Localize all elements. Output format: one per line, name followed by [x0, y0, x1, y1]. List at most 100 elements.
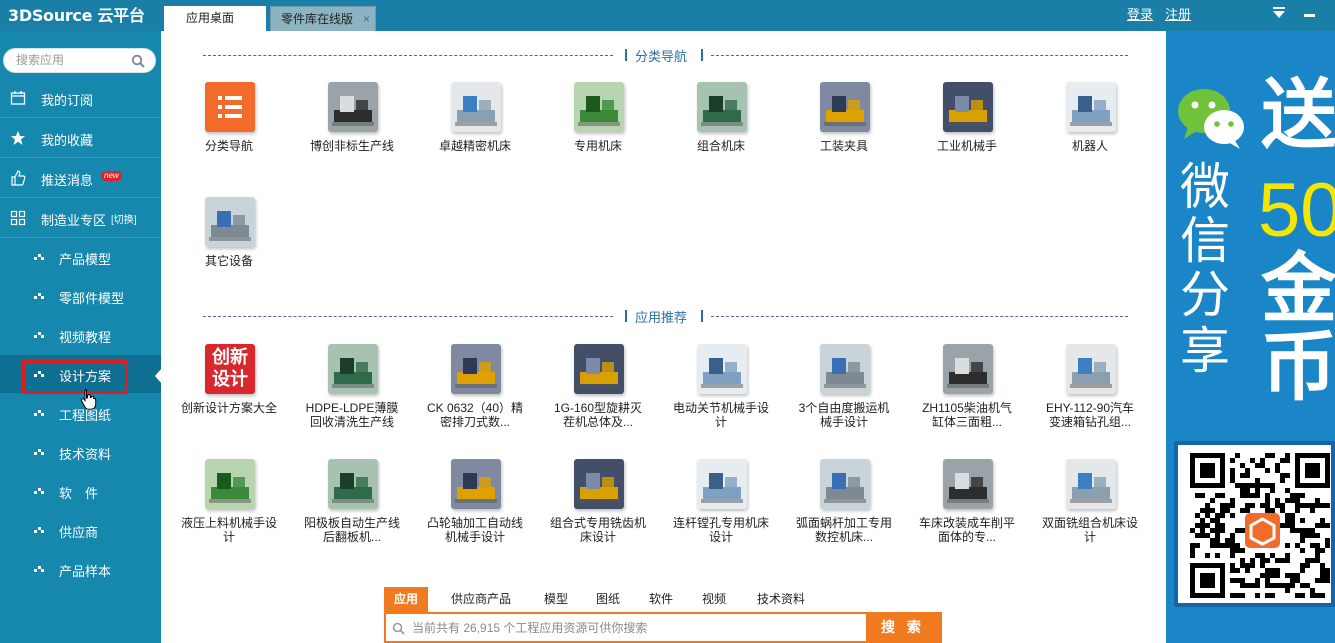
sidebar-subitem-label: 供应商 [59, 525, 99, 540]
machine-thumbnail-icon [574, 459, 624, 509]
sidebar-subitem[interactable]: 技术资料 [0, 433, 161, 471]
app-tile[interactable]: 其它设备 [179, 197, 279, 305]
sidebar-subitem[interactable]: 零部件模型 [0, 277, 161, 315]
machine-thumbnail-icon [1066, 459, 1116, 509]
search-icon[interactable] [131, 54, 145, 68]
app-tile[interactable]: CK 0632（40）精密排刀式数... [425, 344, 525, 452]
app-tile[interactable]: 双面铣组合机床设计 [1040, 459, 1140, 567]
app-name: 专用机床 [573, 139, 622, 153]
sidebar-item-label: 推送消息 [41, 173, 94, 188]
ad-text: 微 [1180, 158, 1230, 216]
scope-tab-supplier-products[interactable]: 供应商产品 [451, 587, 511, 612]
sidebar-subitem[interactable]: 供应商 [0, 511, 161, 549]
machine-thumbnail-icon [205, 459, 255, 509]
scope-tab-software[interactable]: 软件 [649, 587, 673, 612]
resource-search-input[interactable] [412, 619, 862, 637]
app-tile[interactable]: 博创非标生产线 [302, 82, 402, 190]
search-button[interactable]: 搜 索 [866, 614, 940, 641]
machine-thumbnail-icon [328, 459, 378, 509]
sidebar-subitem-label: 软 件 [59, 486, 99, 501]
thumbs-up-icon [11, 170, 26, 186]
app-tile[interactable]: 专用机床 [548, 82, 648, 190]
scope-tab-apps[interactable]: 应用 [384, 587, 429, 612]
ad-text: 币 [1261, 322, 1335, 411]
scope-tab-tech-docs[interactable]: 技术资料 [757, 587, 805, 612]
scope-tab-models[interactable]: 模型 [544, 587, 568, 612]
ad-text: 信 [1180, 212, 1230, 270]
app-search[interactable] [3, 48, 156, 73]
app-tile[interactable]: HDPE-LDPE薄膜回收清洗生产线 [302, 344, 402, 452]
dropdown-arrow-icon[interactable] [1271, 6, 1287, 20]
sidebar-item-favorites[interactable]: 我的收藏 [0, 118, 161, 158]
machine-thumbnail-icon [451, 82, 501, 132]
ad-text: 金 [1261, 244, 1335, 333]
register-link[interactable]: 注册 [1165, 4, 1191, 23]
ad-number: 50 [1258, 168, 1335, 253]
app-tile[interactable]: 液压上料机械手设计 [179, 459, 279, 567]
app-tile[interactable]: 阳极板自动生产线后翻板机... [302, 459, 402, 567]
app-name: 凸轮轴加工自动线机械手设计 [426, 516, 523, 544]
tab-label: 应用桌面 [186, 11, 235, 25]
divider [203, 55, 613, 56]
app-tile[interactable]: 3个自由度搬运机械手设计 [794, 344, 894, 452]
sidebar-subitem[interactable]: 产品样本 [0, 550, 161, 588]
app-tile[interactable]: 创新设计创新设计方案大全 [179, 344, 279, 452]
switch-link[interactable]: [切换] [111, 211, 137, 226]
sidebar: 我的订阅 我的收藏 推送消息 new 制造业专区 [切换] 产品模型零部件模型视… [0, 31, 161, 643]
app-tile[interactable]: 电动关节机械手设计 [671, 344, 771, 452]
machine-thumbnail-icon [943, 82, 993, 132]
app-name: 组合式专用铣齿机床设计 [549, 516, 646, 544]
sidebar-subitem[interactable]: 软 件 [0, 472, 161, 510]
app-name: 弧面蜗杆加工专用数控机床... [795, 516, 892, 544]
app-tile[interactable]: 组合式专用铣齿机床设计 [548, 459, 648, 567]
sidebar-subitem-label: 零部件模型 [59, 291, 125, 306]
divider [625, 49, 627, 61]
wechat-share-ad[interactable]: 微 信 分 享 送 50 金 币 [1166, 31, 1335, 643]
sidebar-subitem[interactable]: 产品模型 [0, 238, 161, 276]
app-name: CK 0632（40）精密排刀式数... [426, 401, 524, 429]
app-tile[interactable]: 1G-160型旋耕灭茬机总体及... [548, 344, 648, 452]
app-tile[interactable]: 分类导航 [179, 82, 279, 190]
qr-code-frame [1174, 441, 1335, 607]
selection-highlight [22, 360, 128, 394]
scope-tab-drawings[interactable]: 图纸 [596, 587, 620, 612]
innovation-design-icon: 创新设计 [205, 344, 255, 394]
app-tile[interactable]: 凸轮轴加工自动线机械手设计 [425, 459, 525, 567]
scope-tab-videos[interactable]: 视频 [702, 587, 726, 612]
sidebar-item-label: 我的订阅 [41, 93, 94, 108]
tab-app-desktop[interactable]: 应用桌面 [164, 6, 266, 31]
app-name: 卓越精密机床 [438, 139, 511, 153]
app-tile[interactable]: 卓越精密机床 [425, 82, 525, 190]
app-name: HDPE-LDPE薄膜回收清洗生产线 [305, 401, 399, 429]
app-tile[interactable]: 组合机床 [671, 82, 771, 190]
divider [203, 316, 613, 317]
app-tile[interactable]: 机器人 [1040, 82, 1140, 190]
minimize-icon[interactable] [1302, 6, 1318, 20]
app-name: 创新设计方案大全 [180, 401, 277, 415]
sidebar-item-subscriptions[interactable]: 我的订阅 [0, 78, 161, 118]
app-name: 3个自由度搬运机械手设计 [798, 401, 890, 429]
grid-icon [10, 210, 26, 226]
top-bar: 3DSource 云平台 应用桌面 零件库在线版 × 登录 注册 [0, 0, 1335, 31]
sidebar-item-manufacturing[interactable]: 制造业专区 [切换] [0, 198, 161, 238]
tab-parts-library[interactable]: 零件库在线版 × [270, 6, 376, 31]
app-tile[interactable]: 连杆镗孔专用机床设计 [671, 459, 771, 567]
app-name: 阳极板自动生产线后翻板机... [303, 516, 400, 544]
app-tile[interactable]: 工业机械手 [917, 82, 1017, 190]
app-name: 其它设备 [204, 254, 253, 268]
app-tile[interactable]: 车床改装成车削平面体的专... [917, 459, 1017, 567]
app-tile[interactable]: 弧面蜗杆加工专用数控机床... [794, 459, 894, 567]
app-tile[interactable]: ZH1105柴油机气缸体三面粗... [917, 344, 1017, 452]
new-badge: new [101, 171, 122, 181]
app-tile[interactable]: 工装夹具 [794, 82, 894, 190]
sidebar-subitem[interactable]: 视频教程 [0, 316, 161, 354]
dots-icon [34, 332, 44, 338]
sidebar-item-push-messages[interactable]: 推送消息 new [0, 158, 161, 198]
machine-thumbnail-icon [820, 344, 870, 394]
machine-thumbnail-icon [574, 344, 624, 394]
app-tile[interactable]: EHY-112-90汽车变速箱钻孔组... [1040, 344, 1140, 452]
login-link[interactable]: 登录 [1127, 4, 1153, 23]
app-name: 1G-160型旋耕灭茬机总体及... [553, 401, 643, 429]
search-input[interactable] [16, 53, 126, 67]
close-icon[interactable]: × [363, 7, 370, 32]
